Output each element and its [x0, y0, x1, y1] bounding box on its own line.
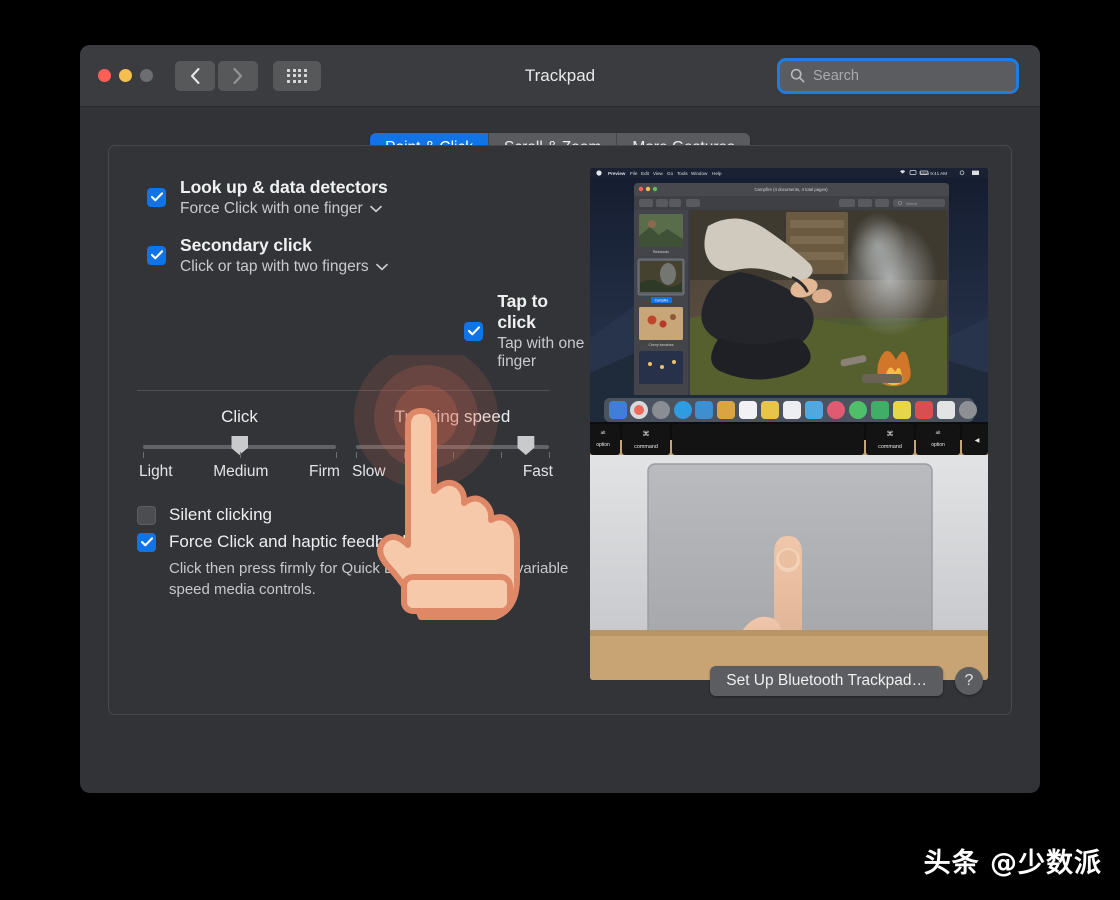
checkbox-silent-clicking[interactable] — [137, 505, 156, 525]
checkmark-icon — [140, 537, 153, 547]
svg-text:Go: Go — [667, 171, 674, 176]
slider-label-fast: Fast — [522, 463, 553, 480]
settings-panel: Look up & data detectors Force Click wit… — [108, 145, 1012, 715]
svg-text:View: View — [653, 171, 664, 176]
tracking-speed-slider: Tracking speed Slow Fast — [350, 407, 555, 481]
option-subtitle: Tap with one finger — [497, 335, 585, 370]
navigation-buttons — [175, 60, 258, 91]
show-all-button[interactable] — [273, 60, 321, 91]
forward-button[interactable] — [218, 60, 258, 91]
traffic-lights — [98, 69, 153, 82]
svg-text:Campfire (4 documents, 4 total: Campfire (4 documents, 4 total pages) — [754, 187, 828, 192]
checkmark-icon — [150, 192, 163, 202]
checkbox-row-silent-clicking[interactable]: Silent clicking — [137, 505, 586, 525]
svg-text:Redwoods: Redwoods — [653, 250, 669, 254]
panel-footer: Set Up Bluetooth Trackpad… ? — [710, 666, 983, 696]
checkmark-icon — [150, 250, 163, 260]
slider-labels: Light Medium Firm — [137, 463, 342, 481]
option-title: Secondary click — [180, 234, 312, 255]
back-button[interactable] — [175, 60, 215, 91]
search-field[interactable] — [780, 60, 1016, 91]
svg-text:command: command — [878, 444, 902, 450]
option-row-secondary-click[interactable]: Secondary click Click or tap with two fi… — [131, 226, 586, 284]
checkbox-secondary-click[interactable] — [147, 245, 166, 265]
slider-label-firm: Firm — [308, 463, 340, 480]
sliders-group: Click Light Medium Firm Tracking speed S… — [131, 407, 586, 481]
option-row-tap-to-click[interactable]: Tap to click Tap with one finger — [131, 284, 586, 378]
search-container — [780, 60, 1016, 91]
help-button[interactable]: ? — [955, 667, 983, 695]
svg-text:alt: alt — [936, 430, 942, 435]
window-titlebar: Trackpad — [80, 45, 1040, 107]
svg-text:File: File — [630, 171, 638, 176]
back-arrow-icon — [190, 67, 200, 84]
option-subtitle-row: Tap with one finger — [497, 335, 586, 371]
checkbox-row-force-click[interactable]: Force Click and haptic feedback — [137, 532, 586, 552]
search-icon — [790, 68, 805, 83]
option-subtitle-row[interactable]: Click or tap with two fingers — [180, 258, 388, 276]
watermark: 头条 @少数派 — [923, 848, 1102, 879]
checkbox-tap-to-click[interactable] — [464, 321, 484, 341]
svg-text:⌘: ⌘ — [887, 430, 894, 438]
option-subtitle-row[interactable]: Force Click with one finger — [180, 200, 388, 218]
demo-video-illustration: Preview File Edit View Go Tools Window H… — [590, 168, 988, 680]
divider — [137, 390, 550, 391]
slider-label-slow: Slow — [352, 463, 386, 480]
click-pressure-slider: Click Light Medium Firm — [137, 407, 342, 481]
svg-text:Tools: Tools — [677, 171, 688, 176]
minimize-button[interactable] — [119, 69, 132, 82]
svg-text:alt: alt — [601, 430, 607, 435]
checkbox-look-up[interactable] — [147, 187, 166, 207]
demo-video-preview[interactable]: Preview File Edit View Go Tools Window H… — [590, 168, 988, 680]
bottom-checkboxes: Silent clicking Force Click and haptic f… — [131, 505, 586, 600]
force-click-description: Click then press firmly for Quick Look, … — [169, 560, 569, 598]
forward-arrow-icon — [233, 67, 243, 84]
option-title: Tap to click — [497, 291, 548, 332]
svg-text:Preview: Preview — [608, 171, 626, 176]
svg-text:⌘: ⌘ — [643, 430, 650, 438]
slider-ticks — [143, 452, 337, 461]
slider-title: Click — [221, 407, 258, 426]
slider-title: Tracking speed — [394, 407, 511, 426]
checkbox-label: Silent clicking — [169, 505, 272, 524]
show-all-grid-icon — [287, 68, 307, 83]
search-input[interactable] — [813, 67, 1006, 84]
option-row-look-up[interactable]: Look up & data detectors Force Click wit… — [131, 168, 586, 226]
options-column: Look up & data detectors Force Click wit… — [131, 168, 586, 680]
svg-text:Cherry tomatoes: Cherry tomatoes — [648, 343, 673, 347]
svg-text:Help: Help — [712, 171, 722, 176]
slider-labels: Slow Fast — [350, 463, 555, 481]
option-title: Look up & data detectors — [180, 176, 388, 197]
svg-text:Campfire: Campfire — [655, 299, 669, 303]
option-subtitle: Force Click with one finger — [180, 199, 363, 217]
slider-track[interactable] — [143, 436, 336, 455]
trackpad-preferences-window: Trackpad Point & Click Scroll & Zoom Mor… — [80, 45, 1040, 793]
checkbox-label: Force Click and haptic feedback — [169, 532, 411, 551]
slider-label-light: Light — [139, 463, 173, 480]
chevron-down-icon — [375, 263, 388, 270]
close-button[interactable] — [98, 69, 111, 82]
option-subtitle: Click or tap with two fingers — [180, 257, 369, 275]
slider-ticks — [356, 452, 550, 461]
svg-text:Edit: Edit — [641, 171, 650, 176]
svg-text:Window: Window — [691, 171, 708, 176]
checkmark-icon — [467, 326, 480, 336]
set-up-bluetooth-trackpad-button[interactable]: Set Up Bluetooth Trackpad… — [710, 666, 943, 696]
svg-text:option: option — [931, 442, 945, 448]
svg-text:Search: Search — [906, 202, 917, 206]
slider-track[interactable] — [356, 436, 549, 455]
svg-text:Mon 9:41 AM: Mon 9:41 AM — [920, 171, 947, 176]
preview-column: Preview File Edit View Go Tools Window H… — [590, 168, 988, 680]
svg-text:command: command — [634, 444, 658, 450]
checkbox-force-click[interactable] — [137, 532, 156, 552]
zoom-button[interactable] — [140, 69, 153, 82]
slider-label-medium: Medium — [213, 463, 269, 480]
svg-text:◀: ◀ — [975, 438, 980, 444]
svg-text:option: option — [596, 442, 610, 448]
chevron-down-icon — [369, 205, 382, 212]
